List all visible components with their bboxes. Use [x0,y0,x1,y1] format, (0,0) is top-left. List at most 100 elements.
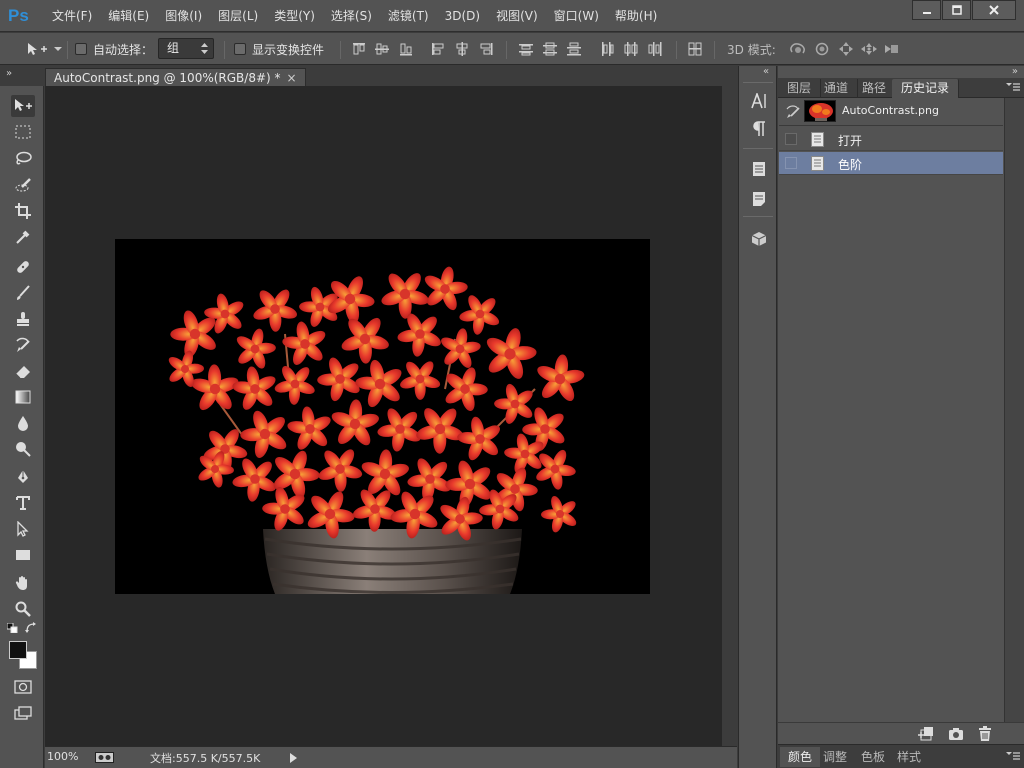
tab-swatches[interactable]: 色板 [853,747,893,767]
status-preview-icon[interactable] [95,752,114,763]
menu-view[interactable]: 视图(V) [488,0,546,32]
align-bottom-icon[interactable] [399,42,413,56]
character-panel-button[interactable] [748,90,770,112]
zoom-tool[interactable] [11,598,35,620]
history-source-checkbox[interactable] [785,133,797,145]
tab-history[interactable]: 历史记录 [892,79,960,98]
move-tool[interactable] [11,95,35,117]
maximize-button[interactable] [942,0,971,20]
new-document-from-state-icon[interactable] [918,727,934,741]
menu-type[interactable]: 类型(Y) [266,0,323,32]
brush-tool[interactable] [11,282,35,304]
align-top-icon[interactable] [352,42,366,56]
tab-adjustments[interactable]: 调整 [815,747,855,767]
tab-styles[interactable]: 样式 [889,747,929,767]
panel-menu-icon[interactable] [1006,81,1020,93]
history-source-checkbox[interactable] [785,157,797,169]
status-menu-arrow-icon[interactable] [290,753,297,763]
paragraph-panel-button[interactable] [748,118,770,140]
auto-align-layers-icon[interactable] [688,42,702,56]
healing-brush-tool[interactable] [11,256,35,278]
quick-select-tool[interactable] [11,174,35,196]
crop-tool[interactable] [11,200,35,222]
auto-select-target-dropdown[interactable]: 组 [158,38,214,59]
eraser-tool[interactable] [11,360,35,382]
document-icon [811,132,824,147]
vertical-scrollbar[interactable] [722,86,737,746]
minimize-button[interactable] [912,0,941,20]
pen-tool[interactable] [11,466,35,488]
history-panel-button[interactable] [748,158,770,180]
menu-window[interactable]: 窗口(W) [546,0,607,32]
quick-mask-button[interactable] [11,676,35,698]
align-right-icon[interactable] [479,42,493,56]
menu-image[interactable]: 图像(I) [157,0,210,32]
eyedropper-tool[interactable] [11,226,35,248]
align-left-icon[interactable] [431,42,445,56]
default-colors-button[interactable] [6,622,20,634]
menu-select[interactable]: 选择(S) [323,0,380,32]
camera-snapshot-icon[interactable] [948,727,964,741]
type-tool[interactable] [11,492,35,514]
3d-panel-button[interactable] [748,228,770,250]
collapse-panels-icon[interactable]: » [1012,66,1018,77]
clone-stamp-tool[interactable] [11,308,35,330]
distribute-vcenter-icon[interactable] [543,42,557,56]
menu-edit[interactable]: 编辑(E) [100,0,157,32]
dodge-tool[interactable] [11,438,35,460]
history-item[interactable]: 打开 [779,128,1003,151]
collapse-dock-icon[interactable]: « [763,66,769,77]
lasso-tool[interactable] [11,148,35,170]
collapse-toolbox-icon[interactable]: » [6,68,12,79]
canvas-area[interactable] [45,86,722,746]
window-controls [911,0,1016,20]
history-brush-source-icon[interactable] [786,105,800,119]
3d-rotate-icon[interactable] [789,42,807,56]
menu-3d[interactable]: 3D(D) [437,0,488,32]
distribute-hcenter-icon[interactable] [624,42,638,56]
tool-preset-picker[interactable] [26,33,62,65]
history-brush-tool[interactable] [11,334,35,356]
distribute-right-icon[interactable] [648,42,662,56]
document-image[interactable] [115,239,650,594]
document-tab[interactable]: AutoContrast.png @ 100%(RGB/8#) * × [45,68,306,86]
marquee-tool[interactable] [11,121,35,143]
auto-select-checkbox[interactable] [75,43,87,55]
hand-tool[interactable] [11,572,35,594]
close-button[interactable] [972,0,1016,20]
zoom-level[interactable]: 100% [47,750,78,763]
color-swatches[interactable] [9,641,37,669]
menu-layer[interactable]: 图层(L) [210,0,266,32]
3d-pan-icon[interactable] [838,42,854,56]
show-transform-checkbox[interactable] [234,43,246,55]
3d-scale-icon[interactable] [884,42,902,56]
history-scrollbar[interactable] [1004,98,1024,722]
distribute-left-icon[interactable] [600,42,614,56]
menu-file[interactable]: 文件(F) [44,0,100,32]
color-panel-menu-icon[interactable] [1006,750,1020,762]
menu-filter[interactable]: 滤镜(T) [380,0,437,32]
menu-help[interactable]: 帮助(H) [607,0,665,32]
type-t-icon [16,496,30,510]
align-hcenter-icon[interactable] [455,42,469,56]
align-vcenter-icon[interactable] [375,42,389,56]
tab-paths[interactable]: 路径 [853,79,897,98]
document-tab-close-icon[interactable]: × [287,71,297,85]
notes-panel-button[interactable] [748,188,770,210]
history-snapshot[interactable]: AutoContrast.png [779,98,1003,126]
blur-tool[interactable] [11,412,35,434]
gradient-tool[interactable] [11,386,35,408]
trash-icon[interactable] [978,726,992,741]
3d-slide-icon[interactable] [861,42,877,56]
shape-tool[interactable] [11,544,35,566]
distribute-top-icon[interactable] [519,42,533,56]
screen-mode-button[interactable] [11,702,35,724]
distribute-bottom-icon[interactable] [567,42,581,56]
swap-colors-button[interactable] [24,622,38,634]
path-select-tool[interactable] [11,518,35,540]
foreground-color-swatch[interactable] [9,641,27,659]
history-item-selected[interactable]: 色阶 [779,152,1003,175]
tab-color[interactable]: 颜色 [780,747,821,767]
3d-roll-icon[interactable] [814,42,830,56]
tab-channels[interactable]: 通道 [815,79,859,98]
